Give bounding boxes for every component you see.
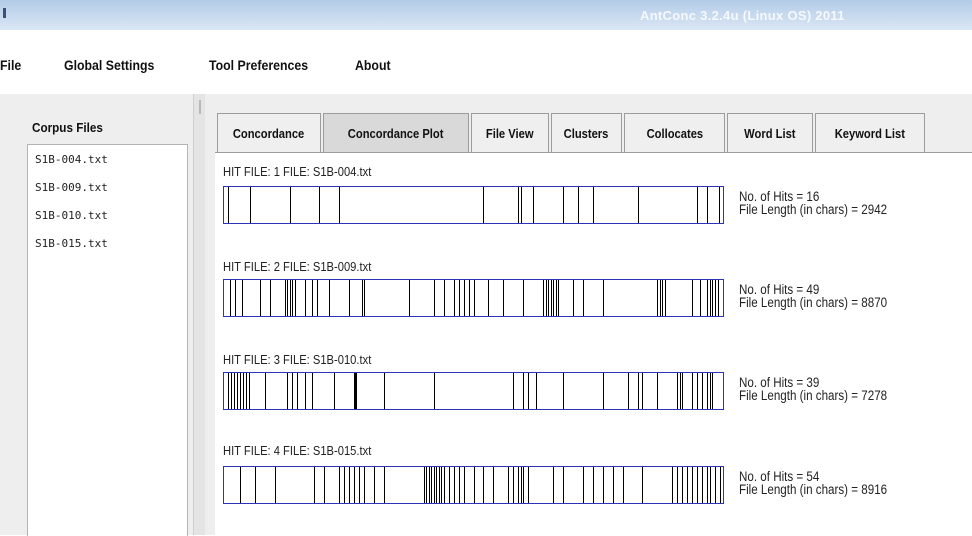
tab-file-view[interactable]: File View bbox=[471, 113, 549, 152]
plot-heading: HIT FILE: 1 FILE: S1B-004.txt bbox=[223, 164, 372, 179]
tab-label: Word List bbox=[744, 125, 796, 141]
corpus-file-list[interactable]: S1B-004.txt S1B-009.txt S1B-010.txt S1B-… bbox=[27, 144, 188, 536]
corpus-file-item[interactable]: S1B-015.txt bbox=[35, 237, 108, 250]
file-length: File Length (in chars) = 8916 bbox=[739, 482, 888, 497]
tab-label: Collocates bbox=[646, 125, 703, 141]
corpus-file-item[interactable]: S1B-004.txt bbox=[35, 153, 108, 166]
plot-heading: HIT FILE: 3 FILE: S1B-010.txt bbox=[223, 352, 372, 367]
tool-panel: Concordance Concordance Plot File View C… bbox=[205, 94, 972, 536]
plot-heading: HIT FILE: 2 FILE: S1B-009.txt bbox=[223, 259, 372, 274]
corpus-file-item[interactable]: S1B-010.txt bbox=[35, 209, 108, 222]
corpus-panel: Corpus Files S1B-004.txt S1B-009.txt S1B… bbox=[0, 94, 193, 536]
plot-bar[interactable] bbox=[223, 186, 724, 224]
tab-label: Clusters bbox=[564, 125, 609, 141]
tab-clusters[interactable]: Clusters bbox=[551, 113, 622, 152]
plot-bar[interactable] bbox=[223, 372, 724, 410]
menu-file[interactable]: File bbox=[0, 57, 21, 73]
plot-bar[interactable] bbox=[223, 466, 724, 504]
menu-about[interactable]: About bbox=[355, 57, 391, 73]
tab-word-list[interactable]: Word List bbox=[727, 113, 813, 152]
tab-concordance-plot[interactable]: Concordance Plot bbox=[323, 113, 469, 152]
tab-collocates[interactable]: Collocates bbox=[624, 113, 725, 152]
corpus-file-item[interactable]: S1B-009.txt bbox=[35, 181, 108, 194]
file-length: File Length (in chars) = 7278 bbox=[739, 388, 888, 403]
title-bar: AntConc 3.2.4u (Linux OS) 2011 bbox=[0, 0, 972, 30]
concordance-plot-area: HIT FILE: 1 FILE: S1B-004.txt No. of Hit… bbox=[215, 152, 972, 536]
file-length: File Length (in chars) = 8870 bbox=[739, 295, 888, 310]
tab-label: Concordance Plot bbox=[348, 125, 444, 141]
app-icon[interactable] bbox=[3, 8, 6, 18]
tab-concordance[interactable]: Concordance bbox=[217, 113, 321, 152]
menu-bar: File Global Settings Tool Preferences Ab… bbox=[0, 30, 972, 94]
plot-bar[interactable] bbox=[223, 279, 724, 317]
plot-heading: HIT FILE: 4 FILE: S1B-015.txt bbox=[223, 443, 372, 458]
tab-label: Concordance bbox=[233, 125, 305, 141]
window-title: AntConc 3.2.4u (Linux OS) 2011 bbox=[640, 8, 845, 23]
tab-label: File View bbox=[486, 125, 534, 141]
menu-global-settings[interactable]: Global Settings bbox=[64, 57, 154, 73]
divider-grip[interactable] bbox=[199, 100, 201, 114]
tab-keyword-list[interactable]: Keyword List bbox=[815, 113, 925, 152]
menu-tool-preferences[interactable]: Tool Preferences bbox=[209, 57, 308, 73]
corpus-files-title: Corpus Files bbox=[32, 120, 103, 135]
tab-label: Keyword List bbox=[834, 125, 906, 141]
file-length: File Length (in chars) = 2942 bbox=[739, 202, 888, 217]
